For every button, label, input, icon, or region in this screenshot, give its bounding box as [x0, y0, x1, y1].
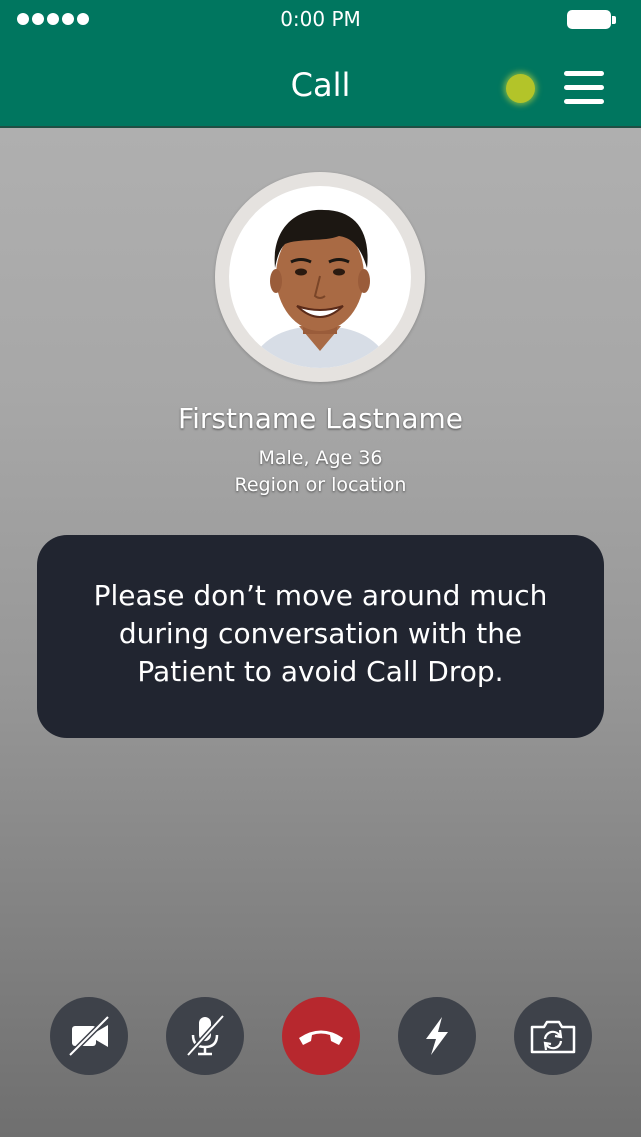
mic-off-icon: [186, 1014, 225, 1057]
end-call-icon: [299, 1030, 343, 1045]
hamburger-menu-icon[interactable]: [564, 71, 606, 105]
toggle-mic-button[interactable]: [166, 997, 244, 1075]
video-off-icon: [68, 1015, 110, 1057]
status-bar: 0:00 PM: [0, 0, 641, 40]
status-time: 0:00 PM: [280, 7, 361, 31]
app-header: 0:00 PM Call: [0, 0, 641, 128]
end-call-button[interactable]: [282, 997, 360, 1075]
patient-location: Region or location: [234, 474, 407, 496]
patient-photo: [249, 209, 391, 368]
call-notice-banner: Please don’t move around much during con…: [37, 535, 604, 738]
call-controls: [0, 997, 641, 1077]
notice-line-1: Please don’t move around much: [93, 579, 548, 612]
online-status-icon: [506, 74, 535, 103]
notice-line-3: Patient to avoid Call Drop.: [137, 655, 504, 688]
avatar-frame: [215, 172, 425, 382]
avatar: [229, 186, 411, 368]
switch-camera-button[interactable]: [514, 997, 592, 1075]
switch-camera-icon: [530, 1020, 576, 1054]
notice-line-2: during conversation with the: [118, 617, 523, 650]
patient-gender-age: Male, Age 36: [258, 447, 383, 469]
toggle-video-button[interactable]: [50, 997, 128, 1075]
flash-button[interactable]: [398, 997, 476, 1075]
page-title: Call: [290, 66, 351, 104]
battery-icon: [567, 10, 616, 29]
call-screen: 0:00 PM Call Firstname Lastname Male, Ag…: [0, 0, 641, 1137]
patient-name: Firstname Lastname: [178, 402, 463, 435]
flash-icon: [426, 1017, 448, 1055]
